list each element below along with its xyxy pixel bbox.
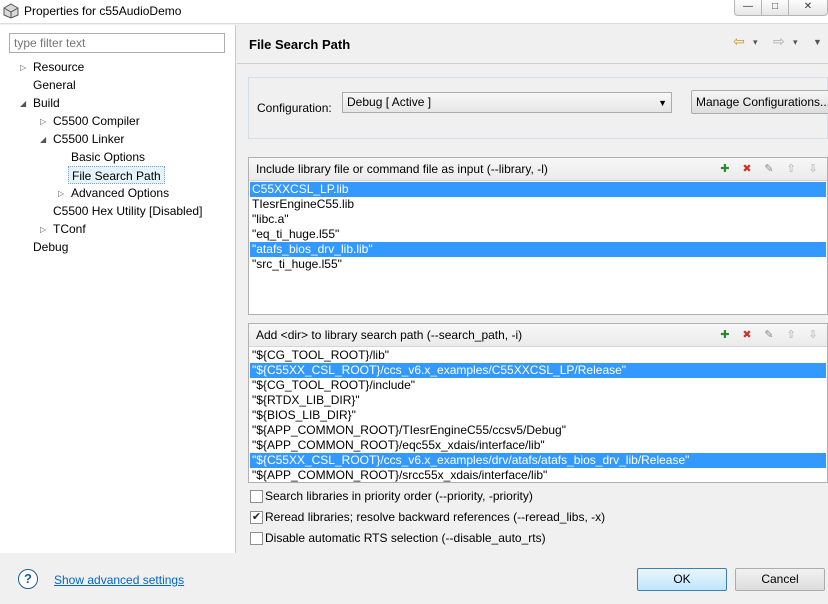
- expanded-twisty-icon[interactable]: ◢: [20, 99, 26, 108]
- search-path-list-header: Add <dir> to library search path (--sear…: [249, 324, 827, 347]
- checkbox-unchecked[interactable]: [250, 490, 263, 503]
- list-item[interactable]: "${APP_COMMON_ROOT}/eqc55x_xdais/interfa…: [250, 438, 826, 453]
- list-item[interactable]: "${APP_COMMON_ROOT}/srcc55x_xdais/interf…: [250, 468, 826, 482]
- checkbox-label: Search libraries in priority order (--pr…: [265, 489, 533, 503]
- configuration-group: Configuration: Debug [ Active ] ▼ Manage…: [248, 77, 828, 139]
- add-icon[interactable]: ✚: [717, 327, 733, 343]
- forward-dropdown-icon[interactable]: ▾: [793, 37, 798, 48]
- tree-item[interactable]: Basic Options: [71, 148, 145, 166]
- list-item[interactable]: "libc.a": [250, 212, 826, 227]
- list-item[interactable]: "eq_ti_huge.l55": [250, 227, 826, 242]
- checkbox-label: Reread libraries; resolve backward refer…: [265, 510, 606, 524]
- tree-item[interactable]: Debug: [33, 238, 68, 256]
- library-list-header: Include library file or command file as …: [249, 158, 827, 181]
- tree-item[interactable]: TConf: [53, 220, 86, 238]
- title-divider: [237, 63, 828, 64]
- dialog-footer: ? Show advanced settings OK Cancel: [0, 553, 828, 604]
- configuration-value: Debug [ Active ]: [347, 95, 432, 109]
- library-list-label: Include library file or command file as …: [256, 162, 548, 176]
- filter-input[interactable]: [9, 33, 225, 53]
- tree-item[interactable]: Resource: [33, 58, 84, 76]
- collapsed-twisty-icon[interactable]: ▷: [40, 117, 46, 126]
- minimize-button[interactable]: —: [734, 0, 762, 16]
- add-icon[interactable]: ✚: [717, 161, 733, 177]
- page-title: File Search Path: [249, 37, 351, 52]
- close-button[interactable]: ✕: [788, 0, 828, 16]
- window-title: Properties for c55AudioDemo: [24, 4, 182, 18]
- properties-app-icon: [3, 3, 19, 19]
- help-icon[interactable]: ?: [18, 569, 38, 589]
- title-bar: Properties for c55AudioDemo — □ ✕: [0, 0, 828, 24]
- move-down-icon[interactable]: ⇩: [805, 327, 821, 343]
- list-item[interactable]: "${RTDX_LIB_DIR}": [250, 393, 826, 408]
- collapsed-twisty-icon[interactable]: ▷: [58, 189, 64, 198]
- view-menu-icon[interactable]: ▼: [813, 37, 822, 47]
- tree-item[interactable]: C5500 Linker: [53, 130, 124, 148]
- tree-item[interactable]: Advanced Options: [71, 184, 169, 202]
- navigation-pane: ▷ ResourceGeneral ◢ Build ▷ C5500 Compiler ◢ C5…: [0, 25, 236, 553]
- list-item[interactable]: "${CG_TOOL_ROOT}/lib": [250, 348, 826, 363]
- content-pane: File Search Path ⇦ ▾ ⇨ ▾ ▼ Configuration…: [237, 25, 828, 553]
- list-item[interactable]: C55XXCSL_LP.lib: [250, 182, 826, 197]
- move-up-icon[interactable]: ⇧: [783, 161, 799, 177]
- maximize-button[interactable]: □: [761, 0, 789, 16]
- cancel-button[interactable]: Cancel: [735, 568, 825, 591]
- configuration-select[interactable]: Debug [ Active ] ▼: [342, 92, 672, 113]
- library-list-group: Include library file or command file as …: [248, 157, 828, 315]
- collapsed-twisty-icon[interactable]: ▷: [20, 63, 26, 72]
- search-path-list-label: Add <dir> to library search path (--sear…: [256, 328, 523, 342]
- list-item[interactable]: TIesrEngineC55.lib: [250, 197, 826, 212]
- search-path-list-group: Add <dir> to library search path (--sear…: [248, 323, 828, 483]
- checkbox-unchecked[interactable]: [250, 532, 263, 545]
- move-down-icon[interactable]: ⇩: [805, 161, 821, 177]
- expanded-twisty-icon[interactable]: ◢: [40, 135, 46, 144]
- tree-item[interactable]: File Search Path: [68, 166, 165, 184]
- chevron-down-icon: ▼: [658, 98, 667, 108]
- list-item[interactable]: "src_ti_huge.l55": [250, 257, 826, 272]
- show-advanced-settings-link[interactable]: Show advanced settings: [54, 573, 184, 587]
- manage-configurations-button[interactable]: Manage Configurations...: [691, 90, 828, 114]
- list-item[interactable]: "${C55XX_CSL_ROOT}/ccs_v6.x_examples/drv…: [250, 453, 826, 468]
- list-item[interactable]: "${CG_TOOL_ROOT}/include": [250, 378, 826, 393]
- delete-icon[interactable]: ✖: [739, 161, 755, 177]
- tree-item[interactable]: C5500 Hex Utility [Disabled]: [53, 202, 202, 220]
- delete-icon[interactable]: ✖: [739, 327, 755, 343]
- back-arrow-icon[interactable]: ⇦: [733, 33, 745, 50]
- collapsed-twisty-icon[interactable]: ▷: [40, 225, 46, 234]
- configuration-label: Configuration:: [257, 101, 332, 115]
- ok-button[interactable]: OK: [637, 568, 727, 591]
- back-dropdown-icon[interactable]: ▾: [753, 37, 758, 48]
- forward-arrow-icon[interactable]: ⇨: [773, 33, 785, 50]
- edit-icon[interactable]: ✎: [761, 161, 777, 177]
- edit-icon[interactable]: ✎: [761, 327, 777, 343]
- list-item[interactable]: "${BIOS_LIB_DIR}": [250, 408, 826, 423]
- tree-item[interactable]: Build: [33, 94, 60, 112]
- checkbox-checked[interactable]: ✔: [250, 511, 263, 524]
- list-item[interactable]: "${C55XX_CSL_ROOT}/ccs_v6.x_examples/C55…: [250, 363, 826, 378]
- list-item[interactable]: "atafs_bios_drv_lib.lib": [250, 242, 826, 257]
- tree-item[interactable]: C5500 Compiler: [53, 112, 140, 130]
- checkbox-label: Disable automatic RTS selection (--disab…: [265, 531, 546, 545]
- move-up-icon[interactable]: ⇧: [783, 327, 799, 343]
- tree-item[interactable]: General: [33, 76, 76, 94]
- list-item[interactable]: "${APP_COMMON_ROOT}/TIesrEngineC55/ccsv5…: [250, 423, 826, 438]
